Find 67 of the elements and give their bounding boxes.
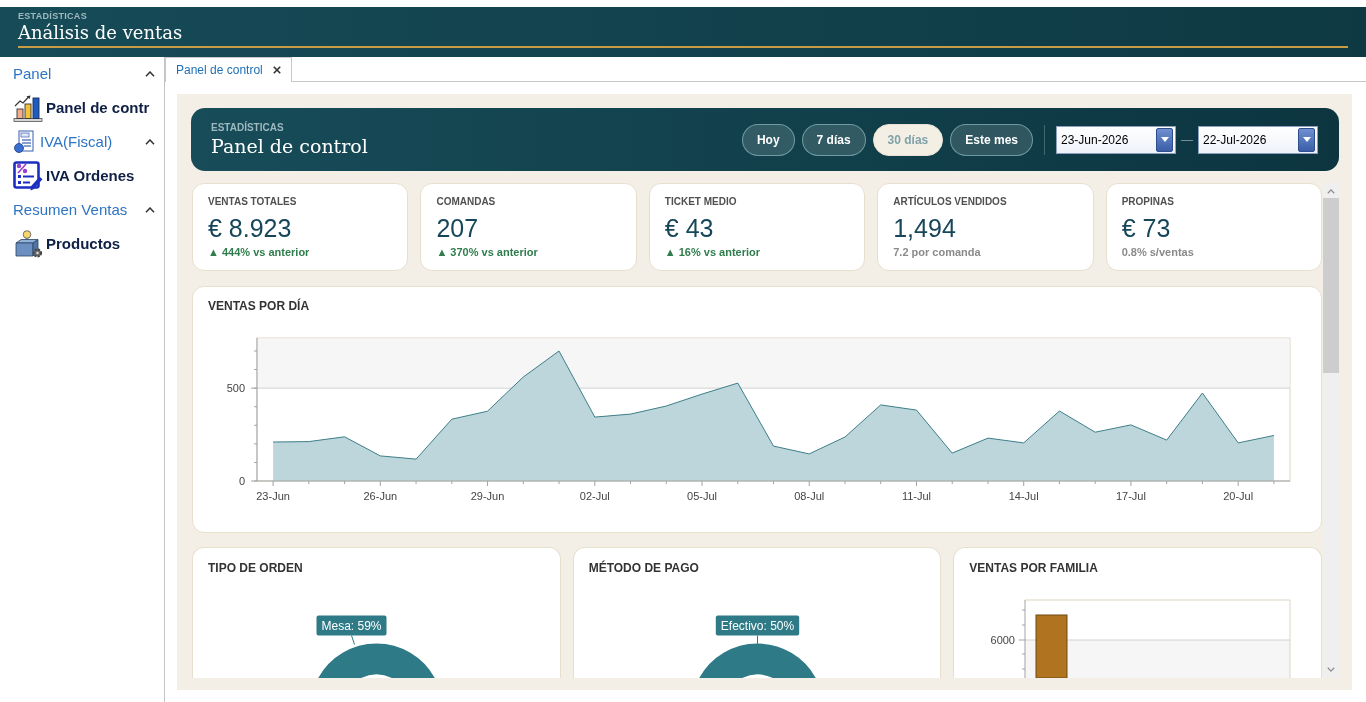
kpi-change: 7.2 por comanda (893, 245, 981, 259)
kpi-title: TICKET MEDIO (664, 196, 737, 208)
app-title: Análisis de ventas (18, 21, 183, 45)
bar (1035, 614, 1068, 678)
document-icon (13, 130, 37, 154)
kpi-change: ▲ 444% vs anterior (208, 245, 310, 259)
kpi-change: 0.8% s/ventas (1121, 245, 1194, 259)
kpi-value: € 8.923 (208, 213, 292, 243)
x-axis-label: 14-Jul (1008, 490, 1039, 502)
kpi-change: ▲ 370% vs anterior (436, 245, 538, 259)
x-axis-label: 29-Jun (470, 490, 505, 502)
chart-title: VENTAS POR FAMILIA (969, 561, 1098, 575)
date-field[interactable]: 22-Jul-2026 (1198, 125, 1318, 154)
kpi-title: ARTÍCULOS VENDIDOS (893, 196, 1007, 208)
range-button[interactable]: Este mes (950, 123, 1033, 156)
sidebar-group-header[interactable]: Panel (0, 57, 164, 91)
y-axis-label: 500 (226, 382, 245, 395)
y-axis-label: 6000 (990, 634, 1016, 646)
x-axis-label: 02-Jul (579, 490, 610, 502)
sidebar-item[interactable]: IVA Ordenes (0, 159, 164, 193)
range-button[interactable]: 7 días (801, 123, 866, 156)
scrollbar[interactable] (1323, 183, 1339, 678)
section-label: ESTADÍSTICAS (18, 11, 87, 21)
scrollbar-thumb[interactable] (1323, 198, 1339, 373)
close-icon[interactable] (272, 66, 281, 74)
dropdown-button[interactable] (1156, 127, 1173, 152)
caret-down-icon (1160, 137, 1169, 142)
sidebar-group-header[interactable]: Resumen Ventas (0, 193, 164, 227)
kpi-title: VENTAS TOTALES (208, 196, 297, 208)
document-pencil-icon (13, 161, 43, 191)
sidebar-group-header[interactable]: IVA(Fiscal) (0, 125, 164, 159)
x-axis-label: 08-Jul (794, 490, 825, 502)
kpi-change: ▲ 16% vs anterior (664, 245, 761, 259)
leader-line (351, 635, 355, 645)
chart-title: TIPO DE ORDEN (208, 561, 303, 575)
kpi-title: COMANDAS (436, 196, 496, 208)
chart-title: MÉTODO DE PAGO (588, 561, 699, 575)
dashboard-title: Panel de control (211, 133, 368, 158)
x-axis-label: 17-Jul (1115, 490, 1146, 502)
leader-line (756, 635, 758, 645)
section-label: ESTADÍSTICAS (211, 121, 284, 134)
data-label: Efectivo: 50% (715, 615, 799, 636)
y-axis-label: 0 (238, 475, 245, 487)
date-field[interactable]: 23-Jun-2026 (1056, 125, 1176, 154)
box-icon (13, 230, 43, 258)
x-axis-label: 26-Jun (363, 490, 398, 502)
caret-down-icon (1302, 137, 1311, 142)
kpi-value: € 73 (1121, 213, 1171, 243)
date-separator: — (1181, 131, 1193, 149)
kpi-title: PROPINAS (1121, 196, 1174, 208)
sidebar-item[interactable]: Productos (0, 227, 164, 261)
kpi-value: € 43 (664, 213, 714, 243)
x-axis-label: 05-Jul (687, 490, 717, 502)
chart-title: VENTAS POR DÍA (208, 299, 310, 313)
range-button[interactable]: Hoy (741, 123, 795, 156)
x-axis-label: 11-Jul (901, 490, 932, 502)
sidebar-item[interactable]: Panel de contr (0, 91, 164, 125)
data-label: Mesa: 59% (316, 615, 387, 636)
kpi-value: 1,494 (893, 213, 956, 243)
scroll-up-icon (1327, 189, 1335, 194)
x-axis-label: 20-Jul (1223, 490, 1254, 502)
kpi-value: 207 (436, 213, 479, 243)
scroll-down-icon (1327, 667, 1335, 672)
x-axis-label: 23-Jun (256, 490, 290, 502)
tab[interactable]: Panel de control (165, 57, 292, 82)
dropdown-button[interactable] (1298, 127, 1315, 152)
bar-chart-icon (13, 94, 43, 122)
